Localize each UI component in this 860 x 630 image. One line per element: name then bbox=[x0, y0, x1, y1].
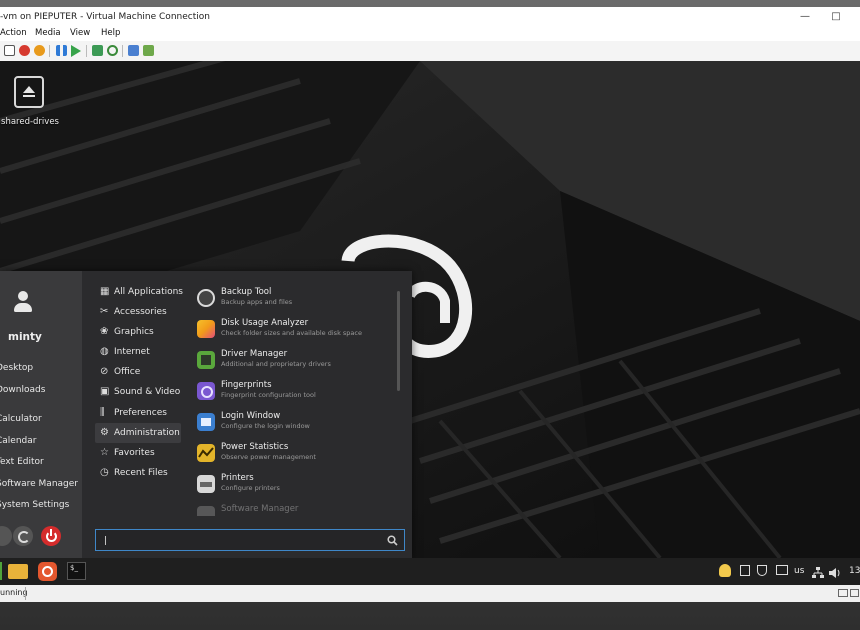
menu-button[interactable] bbox=[0, 562, 2, 580]
stop-icon[interactable] bbox=[19, 45, 30, 56]
search-box[interactable] bbox=[95, 529, 405, 551]
ctrl-alt-del-icon[interactable] bbox=[4, 45, 15, 56]
backup-tool-icon bbox=[197, 289, 215, 307]
user-avatar-icon[interactable] bbox=[12, 291, 34, 317]
terminal-icon[interactable]: $_ bbox=[67, 562, 86, 580]
app-software-manager[interactable]: Software Manager bbox=[195, 504, 405, 516]
menu-view[interactable]: View bbox=[70, 28, 90, 38]
power-statistics-icon bbox=[197, 444, 215, 462]
favorite-calculator[interactable]: Calculator bbox=[0, 414, 42, 424]
printer-icon bbox=[197, 475, 215, 493]
menu-bar: Action Media View Help bbox=[0, 27, 860, 40]
status-bar: unning bbox=[0, 585, 860, 602]
clock-icon: ◷ bbox=[100, 467, 109, 478]
vm-status-text: unning bbox=[0, 588, 28, 597]
favorite-downloads[interactable]: Downloads bbox=[0, 385, 45, 395]
palette-icon: ❀ bbox=[100, 326, 109, 337]
fingerprint-icon bbox=[197, 382, 215, 400]
search-icon bbox=[387, 535, 398, 546]
enhanced-session-icon[interactable] bbox=[128, 45, 139, 56]
start-icon[interactable] bbox=[71, 45, 81, 57]
software-manager-icon bbox=[197, 506, 215, 516]
favorite-desktop[interactable]: Desktop bbox=[0, 363, 33, 373]
keyboard-layout[interactable]: us bbox=[794, 566, 804, 576]
title-bar: -vm on PIEPUTER - Virtual Machine Connec… bbox=[0, 7, 860, 27]
app-power-statistics[interactable]: Power Statistics Observe power managemen… bbox=[195, 442, 405, 470]
favorite-calendar[interactable]: Calendar bbox=[0, 436, 36, 446]
clip-icon: ⊘ bbox=[100, 366, 109, 377]
user-name: minty bbox=[8, 331, 42, 343]
vm-desktop: shared-drives minty Desktop Downloads Ca… bbox=[0, 61, 860, 558]
toolbar-divider bbox=[122, 45, 123, 57]
minimize-button[interactable]: — bbox=[796, 9, 814, 25]
favorite-system-settings[interactable]: System Settings bbox=[0, 500, 69, 510]
login-window-icon bbox=[197, 413, 215, 431]
lock-screen-icon[interactable] bbox=[0, 526, 12, 546]
search-input[interactable] bbox=[102, 533, 386, 549]
shield-icon[interactable] bbox=[757, 565, 767, 576]
menu-action[interactable]: Action bbox=[0, 28, 27, 38]
gear-icon: ⚙ bbox=[100, 427, 109, 438]
volume-icon[interactable] bbox=[829, 564, 842, 578]
app-disk-usage-analyzer[interactable]: Disk Usage Analyzer Check folder sizes a… bbox=[195, 318, 405, 346]
favorites-column: minty Desktop Downloads Calculator Calen… bbox=[0, 271, 82, 558]
shutdown-icon[interactable] bbox=[34, 45, 45, 56]
toolbar-divider bbox=[86, 45, 87, 57]
file-manager-icon[interactable] bbox=[8, 564, 28, 579]
tools-icon: ✂ bbox=[100, 306, 109, 317]
app-driver-manager[interactable]: Driver Manager Additional and proprietar… bbox=[195, 349, 405, 377]
power-icon[interactable] bbox=[41, 526, 61, 546]
app-login-window[interactable]: Login Window Configure the login window bbox=[195, 411, 405, 439]
firefox-icon[interactable] bbox=[38, 562, 57, 581]
app-backup-tool[interactable]: Backup Tool Backup apps and files bbox=[195, 287, 405, 315]
disk-usage-icon bbox=[197, 320, 215, 338]
maximize-button[interactable]: □ bbox=[827, 9, 845, 25]
apps-scrollbar[interactable] bbox=[397, 291, 400, 391]
star-icon: ☆ bbox=[100, 447, 109, 458]
grid-icon: ▦ bbox=[100, 286, 110, 297]
pause-icon[interactable] bbox=[56, 45, 67, 56]
status-divider bbox=[25, 587, 26, 600]
display-icon[interactable] bbox=[776, 565, 788, 575]
toolbar-divider bbox=[49, 45, 50, 57]
network-icon[interactable] bbox=[812, 564, 824, 578]
vm-connection-window: -vm on PIEPUTER - Virtual Machine Connec… bbox=[0, 7, 860, 602]
favorite-software-manager[interactable]: Software Manager bbox=[0, 479, 78, 489]
taskbar-panel: $_ us 13 bbox=[0, 558, 860, 585]
globe-icon: ◍ bbox=[100, 346, 109, 357]
sliders-icon: ⫼ bbox=[100, 407, 105, 418]
menu-media[interactable]: Media bbox=[35, 28, 61, 38]
keyboard-status-icon bbox=[838, 589, 848, 597]
favorite-text-editor[interactable]: Text Editor bbox=[0, 457, 44, 467]
menu-help[interactable]: Help bbox=[101, 28, 120, 38]
app-printers[interactable]: Printers Configure printers bbox=[195, 473, 405, 501]
mouse-status-icon bbox=[850, 589, 859, 597]
share-icon[interactable] bbox=[143, 45, 154, 56]
driver-manager-icon bbox=[197, 351, 215, 369]
logout-icon[interactable] bbox=[13, 526, 33, 546]
vm-toolbar bbox=[0, 41, 860, 62]
shared-drives-icon[interactable] bbox=[14, 76, 44, 108]
shared-drives-label[interactable]: shared-drives bbox=[0, 117, 60, 127]
update-manager-icon[interactable] bbox=[719, 564, 731, 577]
window-title: -vm on PIEPUTER - Virtual Machine Connec… bbox=[0, 12, 210, 22]
start-menu: minty Desktop Downloads Calculator Calen… bbox=[0, 271, 412, 558]
app-fingerprints[interactable]: Fingerprints Fingerprint configuration t… bbox=[195, 380, 405, 408]
film-icon: ▣ bbox=[100, 386, 110, 397]
revert-icon[interactable] bbox=[107, 45, 118, 56]
clock[interactable]: 13 bbox=[849, 566, 860, 576]
clipboard-icon[interactable] bbox=[740, 565, 750, 576]
checkpoint-icon[interactable] bbox=[92, 45, 103, 56]
